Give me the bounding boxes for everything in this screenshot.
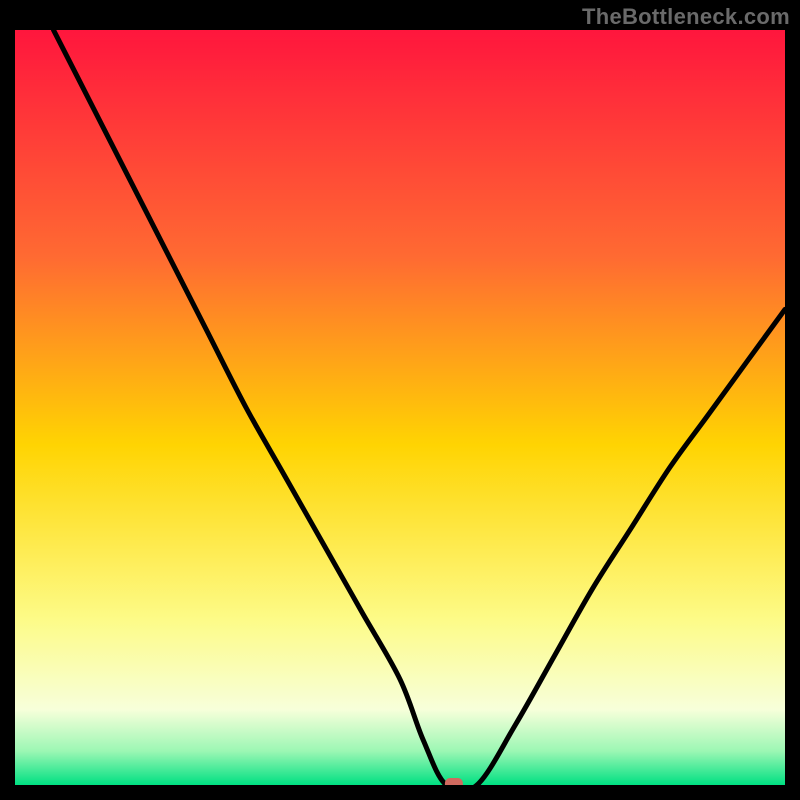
chart-svg: [15, 30, 785, 785]
chart-container: TheBottleneck.com: [0, 0, 800, 800]
optimal-marker-icon: [445, 778, 463, 785]
chart-frame: [15, 30, 785, 785]
gradient-area: [15, 30, 785, 785]
watermark-text: TheBottleneck.com: [582, 4, 790, 30]
